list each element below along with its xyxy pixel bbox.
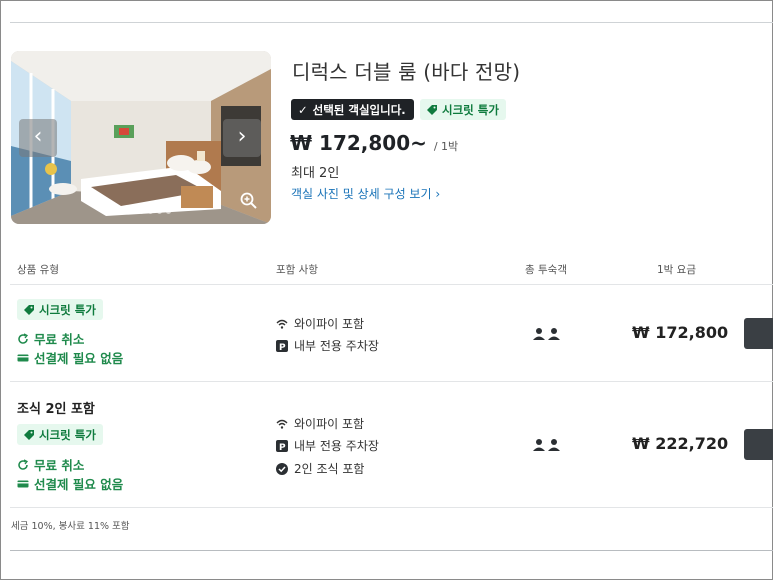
pagination-dot[interactable]	[166, 209, 171, 214]
secret-deal-label: 시크릿 특가	[39, 427, 96, 442]
header-total-guests: 총 투숙객	[525, 264, 567, 276]
amenity-wifi: 와이파이 포함	[276, 315, 364, 332]
secret-deal-label: 시크릿 특가	[442, 102, 499, 117]
table-header-divider	[10, 284, 773, 285]
photo-next-button[interactable]: ›	[223, 119, 261, 157]
zoom-in-icon[interactable]	[239, 191, 259, 211]
max-capacity: 최대 2인	[291, 166, 340, 181]
row-divider	[10, 507, 773, 508]
bottom-divider	[10, 550, 773, 551]
amenity-parking: P 내부 전용 주차장	[276, 437, 379, 454]
selected-room-badge: ✓ 선택된 객실입니다.	[291, 99, 414, 120]
price-value: ₩ 172,800	[290, 131, 411, 155]
check-circle-icon	[276, 462, 288, 475]
wifi-icon	[276, 319, 288, 329]
header-includes: 포함 사항	[276, 264, 318, 276]
reserve-button[interactable]	[744, 318, 773, 349]
tag-icon	[24, 304, 34, 315]
header-nightly-rate: 1박 요금	[657, 264, 696, 276]
free-cancel-label: 무료 취소	[34, 458, 85, 473]
secret-deal-tag: 시크릿 특가	[17, 424, 103, 445]
guests-icon	[533, 439, 560, 451]
free-cancel-label: 무료 취소	[34, 332, 85, 347]
amenity-label: 내부 전용 주차장	[294, 339, 379, 353]
tag-icon	[427, 104, 437, 115]
no-prepay-label: 선결제 필요 없음	[34, 351, 124, 366]
pagination-dot[interactable]	[130, 209, 135, 214]
amenity-label: 와이파이 포함	[294, 317, 365, 331]
price-suffix: ~	[410, 131, 427, 155]
credit-card-icon	[17, 354, 29, 361]
wifi-icon	[276, 419, 288, 429]
tax-note: 세금 10%, 봉사료 11% 포함	[11, 521, 130, 532]
no-prepay-info: 선결제 필요 없음	[17, 348, 123, 367]
no-prepay-label: 선결제 필요 없음	[34, 477, 124, 492]
amenity-breakfast: 2인 조식 포함	[276, 460, 364, 477]
nightly-rate: ₩ 172,800	[632, 323, 729, 342]
row-divider	[10, 381, 773, 382]
header-product-type: 상품 유형	[17, 264, 59, 276]
photo-prev-button[interactable]: ‹	[19, 119, 57, 157]
parking-icon: P	[276, 439, 288, 452]
room-price: ₩ 172,800~ / 1박	[290, 131, 458, 155]
room-detail-link[interactable]: 객실 사진 및 상세 구성 보기 ›	[291, 185, 440, 202]
room-title: 디럭스 더블 룸 (바다 전망)	[292, 60, 521, 84]
tag-icon	[24, 429, 34, 440]
selected-badge-label: 선택된 객실입니다.	[312, 102, 406, 117]
reserve-button[interactable]	[744, 429, 773, 460]
amenity-parking: P 내부 전용 주차장	[276, 337, 379, 354]
amenity-wifi: 와이파이 포함	[276, 415, 364, 432]
no-prepay-info: 선결제 필요 없음	[17, 474, 123, 493]
credit-card-icon	[17, 480, 29, 487]
amenity-label: 내부 전용 주차장	[294, 439, 379, 453]
pagination-dot[interactable]	[121, 209, 126, 214]
nightly-rate: ₩ 222,720	[632, 434, 729, 453]
pagination-dot[interactable]	[148, 209, 153, 214]
room-photo-gallery[interactable]: ‹ ›	[11, 51, 271, 224]
free-cancel-info: 무료 취소	[17, 455, 84, 474]
check-icon: ✓	[298, 102, 308, 117]
per-night-label: / 1박	[433, 140, 459, 153]
svg-text:P: P	[279, 343, 286, 352]
amenity-label: 2인 조식 포함	[294, 462, 365, 476]
top-divider	[10, 22, 773, 23]
refresh-icon	[18, 332, 29, 344]
pagination-dot[interactable]	[139, 209, 144, 214]
chevron-right-icon: ›	[237, 124, 247, 149]
amenity-label: 와이파이 포함	[294, 417, 365, 431]
free-cancel-info: 무료 취소	[17, 329, 84, 348]
chevron-left-icon: ‹	[33, 124, 43, 149]
parking-icon: P	[276, 339, 288, 352]
secret-deal-tag: 시크릿 특가	[17, 299, 103, 320]
svg-text:P: P	[279, 443, 286, 452]
pagination-dot[interactable]	[157, 209, 162, 214]
secret-deal-label: 시크릿 특가	[39, 302, 96, 317]
secret-deal-tag: 시크릿 특가	[420, 99, 506, 120]
photo-pagination-dots[interactable]	[121, 209, 171, 214]
guests-icon	[533, 328, 560, 340]
plan-name: 조식 2인 포함	[17, 402, 95, 417]
refresh-icon	[18, 458, 29, 470]
